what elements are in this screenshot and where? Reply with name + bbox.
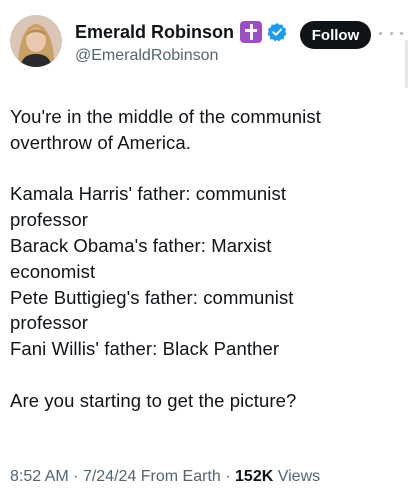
tweet-time[interactable]: 8:52 AM xyxy=(10,468,69,485)
tweet-source: From Earth xyxy=(140,468,221,485)
more-dot xyxy=(400,31,403,35)
tweet-text: You're in the middle of the communist ov… xyxy=(10,104,400,414)
tweet-meta: 8:52 AM · 7/24/24 From Earth · 152K View… xyxy=(10,468,320,486)
more-dot xyxy=(379,31,382,35)
views-count: 152K xyxy=(235,468,274,485)
tweet-line: professor xyxy=(10,312,89,334)
avatar[interactable] xyxy=(10,15,62,67)
meta-separator: · xyxy=(225,468,231,485)
display-name-row: Emerald Robinson xyxy=(75,20,287,44)
more-horizontal-icon[interactable] xyxy=(379,28,403,38)
handle[interactable]: @EmeraldRobinson xyxy=(75,47,287,65)
tweet-line: Pete Buttigieg's father: communist xyxy=(10,286,294,308)
follow-button[interactable]: Follow xyxy=(300,21,371,49)
tweet-date[interactable]: 7/24/24 xyxy=(83,468,136,485)
tweet-line: Kamala Harris' father: communist xyxy=(10,183,287,205)
tweet-line: You're in the middle of the communist xyxy=(10,106,321,127)
tweet-line: professor xyxy=(10,209,89,231)
tweet-line: economist xyxy=(10,260,96,282)
views-label: Views xyxy=(277,468,321,485)
verified-check-icon xyxy=(267,22,287,42)
cross-badge-icon xyxy=(240,21,263,43)
tweet-line: overthrow of America. xyxy=(10,131,192,153)
tweet-line: Barack Obama's father: Marxist xyxy=(10,234,272,256)
author-info: Emerald Robinson @EmeraldRobinson xyxy=(75,20,287,65)
display-name[interactable]: Emerald Robinson xyxy=(75,22,234,43)
tweet-line: Are you starting to get the picture? xyxy=(10,389,297,411)
tweet-line: Fani Willis' father: Black Panther xyxy=(10,338,280,360)
tweet-card: Emerald Robinson @EmeraldRobinson Follow… xyxy=(0,0,410,500)
meta-separator: · xyxy=(73,468,79,485)
scrollbar[interactable] xyxy=(405,40,408,88)
more-dot xyxy=(389,31,393,35)
